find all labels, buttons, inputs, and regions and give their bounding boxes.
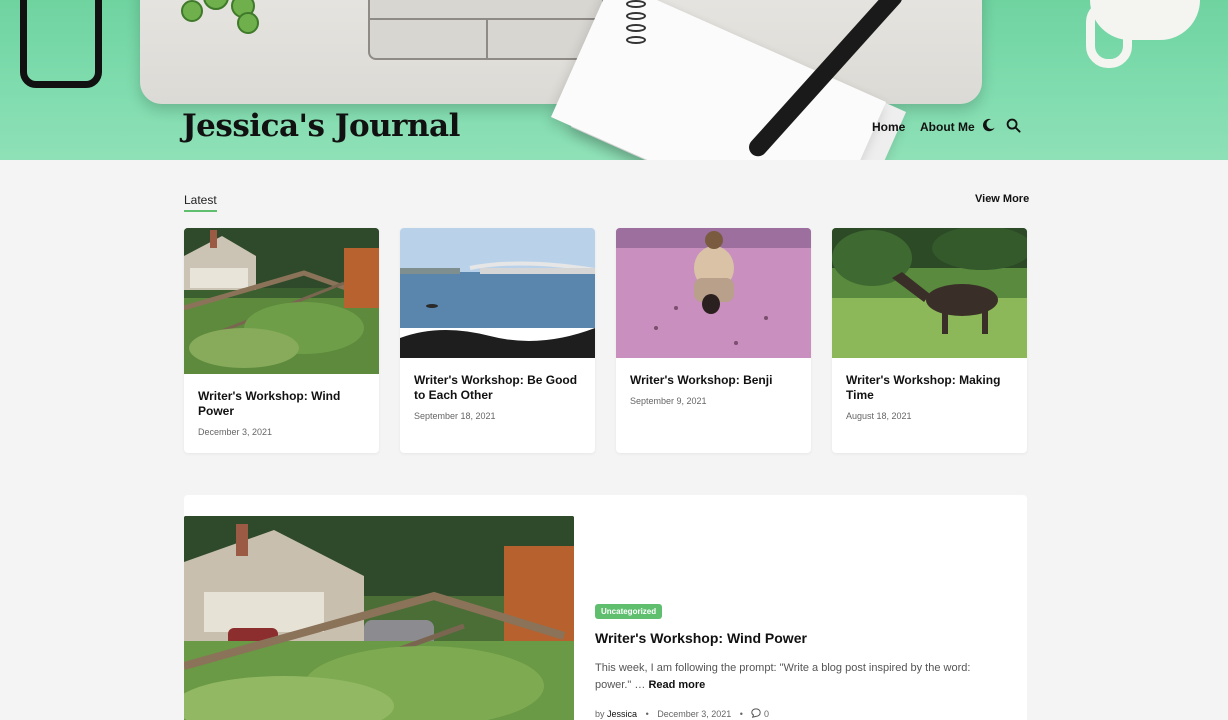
featured-post: Uncategorized Writer's Workshop: Wind Po… bbox=[184, 495, 1027, 720]
post-thumbnail-beach-dog bbox=[616, 228, 811, 358]
glasses-decoration bbox=[20, 0, 102, 88]
moon-icon[interactable] bbox=[982, 118, 998, 134]
latest-section-label: Latest bbox=[184, 193, 217, 212]
post-card-title[interactable]: Writer's Workshop: Benji bbox=[630, 373, 797, 388]
category-badge[interactable]: Uncategorized bbox=[595, 604, 663, 619]
plant-decoration bbox=[175, 0, 275, 38]
post-thumbnail-fallen-tree bbox=[184, 228, 379, 374]
featured-post-excerpt: This week, I am following the prompt: "W… bbox=[595, 660, 1000, 694]
main-nav: Home About Me bbox=[0, 118, 1228, 140]
mug-handle-decoration bbox=[1086, 0, 1132, 68]
post-card-title[interactable]: Writer's Workshop: Wind Power bbox=[198, 389, 365, 419]
post-card[interactable]: Writer's Workshop: Wind Power December 3… bbox=[184, 228, 379, 453]
post-meta: by Jessica • December 3, 2021 • 0 bbox=[595, 708, 769, 719]
post-card[interactable]: Writer's Workshop: Benji September 9, 20… bbox=[616, 228, 811, 453]
nav-about-link[interactable]: About Me bbox=[920, 120, 975, 134]
post-thumbnail-bridge bbox=[400, 228, 595, 358]
post-thumbnail-moose bbox=[832, 228, 1027, 358]
comment-icon[interactable] bbox=[751, 708, 762, 718]
post-card[interactable]: Writer's Workshop: Be Good to Each Other… bbox=[400, 228, 595, 453]
meta-by-label: by bbox=[595, 709, 605, 719]
nav-home-link[interactable]: Home bbox=[872, 120, 905, 134]
site-header: Jessica's Journal Home About Me bbox=[0, 0, 1228, 160]
post-date: December 3, 2021 bbox=[657, 709, 732, 719]
read-more-link[interactable]: Read more bbox=[648, 679, 705, 691]
post-card-date: August 18, 2021 bbox=[846, 411, 912, 421]
trackpad-decoration bbox=[368, 0, 604, 60]
author-link[interactable]: Jessica bbox=[607, 709, 637, 719]
post-card-date: December 3, 2021 bbox=[198, 427, 273, 437]
view-more-link[interactable]: View More bbox=[975, 193, 1029, 205]
featured-post-title[interactable]: Writer's Workshop: Wind Power bbox=[595, 630, 807, 646]
meta-separator: • bbox=[645, 709, 649, 719]
post-card-title[interactable]: Writer's Workshop: Be Good to Each Other bbox=[414, 373, 581, 403]
spiral-decoration bbox=[618, 0, 652, 58]
featured-post-image[interactable] bbox=[184, 516, 574, 720]
comment-count[interactable]: 0 bbox=[764, 709, 769, 719]
post-card[interactable]: Writer's Workshop: Making Time August 18… bbox=[832, 228, 1027, 453]
meta-separator: • bbox=[739, 709, 743, 719]
search-icon[interactable] bbox=[1006, 118, 1022, 134]
post-card-title[interactable]: Writer's Workshop: Making Time bbox=[846, 373, 1013, 403]
post-card-date: September 9, 2021 bbox=[630, 396, 707, 406]
post-card-date: September 18, 2021 bbox=[414, 411, 496, 421]
